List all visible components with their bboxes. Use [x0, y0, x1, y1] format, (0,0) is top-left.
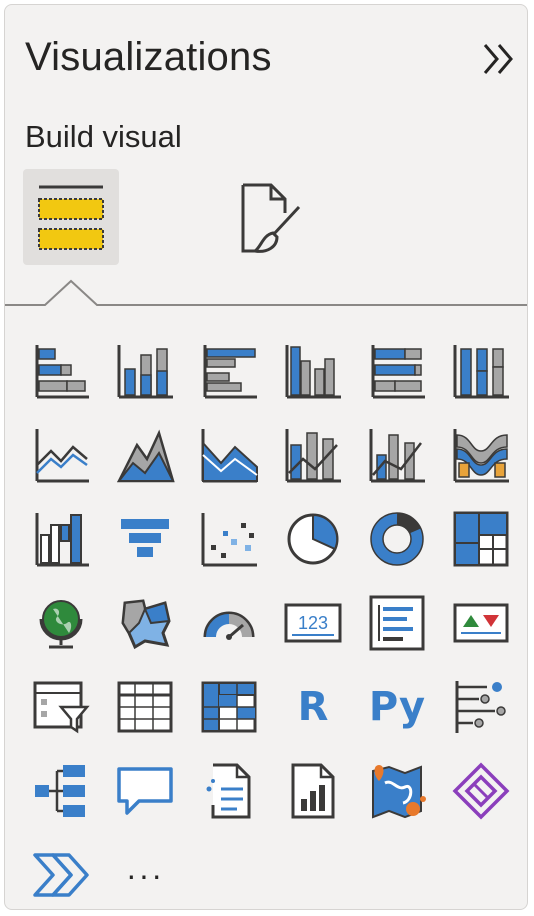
power-automate-icon: [33, 853, 89, 897]
line-and-stacked-column-chart-icon: [285, 429, 341, 483]
r-script-visual-button[interactable]: R: [277, 671, 349, 743]
waterfall-chart-button[interactable]: [25, 503, 97, 575]
arcgis-maps-button[interactable]: [361, 755, 433, 827]
multi-row-card-icon: [369, 595, 425, 651]
stacked-column-chart-icon: [117, 345, 173, 399]
clustered-bar-chart-button[interactable]: [193, 335, 265, 407]
tab-build-visual[interactable]: [23, 169, 119, 265]
clustered-column-chart-icon: [285, 345, 341, 399]
map-button[interactable]: [25, 587, 97, 659]
scatter-chart-button[interactable]: [193, 503, 265, 575]
decomposition-tree-button[interactable]: [25, 755, 97, 827]
funnel-chart-button[interactable]: [109, 503, 181, 575]
stacked-column-chart-button[interactable]: [109, 335, 181, 407]
matrix-button[interactable]: [193, 671, 265, 743]
format-paintbrush-icon: [241, 183, 301, 253]
donut-chart-icon: [370, 512, 424, 566]
key-influencers-button[interactable]: [445, 671, 517, 743]
qna-button[interactable]: [109, 755, 181, 827]
multi-row-card-button[interactable]: [361, 587, 433, 659]
clustered-column-chart-button[interactable]: [277, 335, 349, 407]
r-script-visual-icon: R: [297, 684, 329, 730]
pie-chart-button[interactable]: [277, 503, 349, 575]
stacked-bar-chart-button[interactable]: [25, 335, 97, 407]
pane-title: Visualizations: [25, 35, 272, 79]
gauge-button[interactable]: [193, 587, 265, 659]
decomposition-tree-icon: [35, 765, 85, 817]
kpi-button[interactable]: [445, 587, 517, 659]
tab-format-visual[interactable]: [219, 169, 315, 265]
line-and-stacked-column-chart-button[interactable]: [277, 419, 349, 491]
double-chevron-right-icon: [483, 44, 513, 74]
section-subtitle: Build visual: [25, 119, 182, 154]
more-visuals-button[interactable]: ···: [109, 839, 181, 909]
table-icon: [117, 681, 173, 733]
arcgis-maps-icon: [372, 765, 426, 819]
clustered-bar-chart-icon: [203, 345, 257, 399]
python-visual-icon: Py: [368, 684, 426, 730]
funnel-chart-icon: [121, 519, 169, 557]
more-visuals-icon: ···: [126, 856, 164, 893]
card-value-text: 123: [298, 613, 328, 633]
100-stacked-bar-chart-button[interactable]: [361, 335, 433, 407]
treemap-button[interactable]: [445, 503, 517, 575]
area-chart-icon: [116, 429, 175, 483]
paginated-report-button[interactable]: [277, 755, 349, 827]
power-automate-button[interactable]: [25, 839, 97, 909]
paginated-report-icon: [291, 763, 335, 819]
ribbon-chart-icon: [453, 429, 509, 483]
filled-map-button[interactable]: [109, 587, 181, 659]
waterfall-chart-icon: [35, 513, 89, 567]
scatter-chart-icon: [201, 513, 257, 567]
card-button[interactable]: 123: [277, 587, 349, 659]
power-apps-icon: [452, 762, 510, 820]
kpi-icon: [453, 603, 509, 643]
100-stacked-bar-chart-icon: [371, 345, 425, 399]
area-chart-button[interactable]: [109, 419, 181, 491]
line-and-clustered-column-chart-icon: [369, 429, 425, 483]
key-influencers-icon: [455, 681, 506, 733]
smart-narrative-icon: [206, 763, 251, 819]
treemap-icon: [453, 511, 509, 567]
donut-chart-button[interactable]: [361, 503, 433, 575]
line-chart-button[interactable]: [25, 419, 97, 491]
matrix-icon: [201, 681, 257, 733]
filled-map-icon: [121, 599, 171, 650]
collapse-pane-button[interactable]: [475, 35, 523, 83]
stacked-bar-chart-icon: [35, 345, 89, 399]
100-stacked-column-chart-icon: [453, 345, 509, 399]
python-visual-button[interactable]: Py: [361, 671, 433, 743]
power-apps-button[interactable]: [445, 755, 517, 827]
tab-indicator-line: [5, 279, 527, 306]
ribbon-chart-button[interactable]: [445, 419, 517, 491]
fields-well-icon: [38, 185, 104, 250]
slicer-button[interactable]: [25, 671, 97, 743]
gauge-icon: [203, 611, 255, 640]
map-icon: [39, 600, 83, 649]
smart-narrative-button[interactable]: [193, 755, 265, 827]
visualizations-pane: Visualizations Build visual 123 R Py ···: [4, 4, 528, 910]
table-button[interactable]: [109, 671, 181, 743]
pie-chart-icon: [287, 513, 339, 565]
slicer-icon: [33, 681, 90, 734]
line-and-clustered-column-chart-button[interactable]: [361, 419, 433, 491]
stacked-area-chart-icon: [201, 429, 258, 483]
card-icon: 123: [284, 603, 342, 643]
100-stacked-column-chart-button[interactable]: [445, 335, 517, 407]
line-chart-icon: [35, 429, 89, 483]
stacked-area-chart-button[interactable]: [193, 419, 265, 491]
qna-icon: [117, 767, 173, 815]
